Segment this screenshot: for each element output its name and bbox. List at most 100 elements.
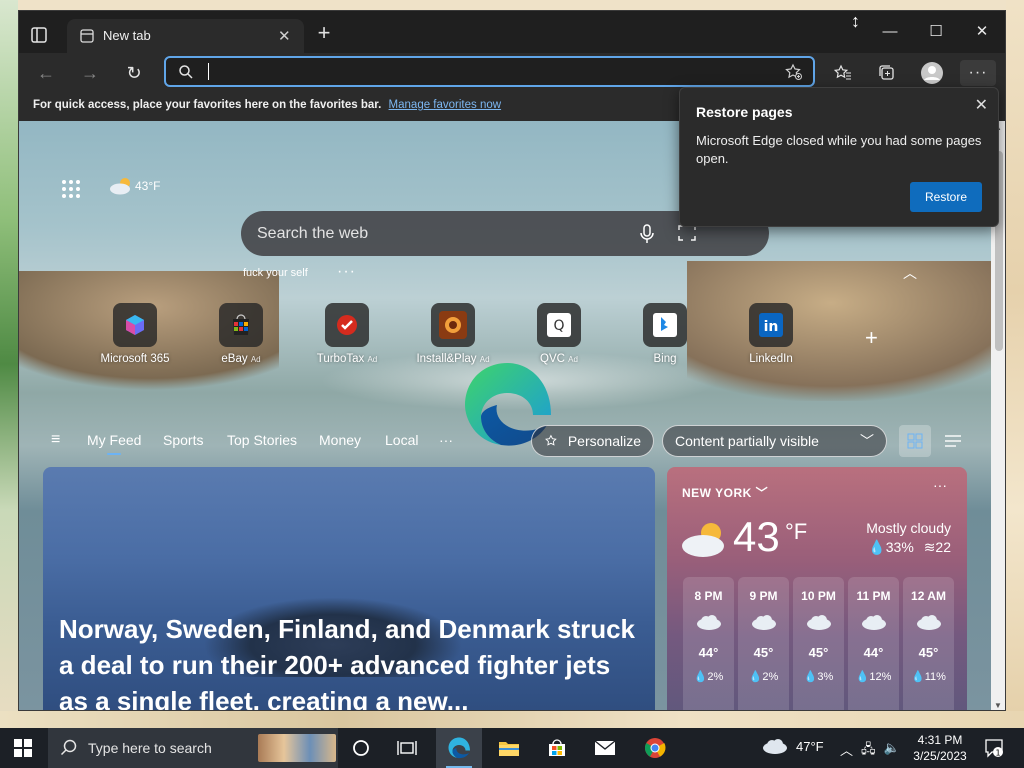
personalize-button[interactable]: Personalize [531, 425, 654, 457]
system-clock[interactable]: 4:31 PM 3/25/2023 [912, 732, 968, 764]
clock-date: 3/25/2023 [913, 749, 967, 763]
rain-icon: 💧 [855, 671, 870, 683]
taskbar-search-box[interactable]: Type here to search [48, 728, 338, 768]
tab-new-tab[interactable]: New tab ✕ [67, 19, 304, 53]
hamburger-menu-icon[interactable]: ≡ [51, 431, 69, 449]
desktop-wallpaper-right [1006, 0, 1024, 728]
svg-text:in: in [764, 319, 779, 335]
chevron-down-icon: ﹀ [860, 433, 874, 449]
volume-icon[interactable]: 🔈 [884, 740, 900, 762]
more-tabs-icon[interactable]: ··· [439, 432, 453, 448]
personalize-icon [545, 434, 557, 446]
microsoft-store-icon[interactable] [534, 728, 580, 768]
microphone-icon[interactable] [637, 223, 657, 245]
tab-top-stories[interactable]: Top Stories [227, 432, 297, 448]
tile-label: TurboTax [316, 353, 365, 365]
quick-link-bing[interactable]: Bing [621, 303, 709, 365]
rain-icon: 💧 [803, 671, 818, 683]
ad-badge: Ad [568, 355, 578, 364]
close-tab-icon[interactable]: ✕ [278, 27, 294, 45]
weather-card[interactable]: NEW YORK ﹀ ··· 43 °F Mostly cloudy 💧33% … [667, 467, 967, 710]
quick-link-qvc[interactable]: Q QVC Ad [515, 303, 603, 365]
minimize-button[interactable]: — [867, 17, 913, 47]
partly-cloudy-icon [682, 523, 724, 557]
cloud-icon [903, 609, 954, 635]
search-icon [178, 64, 194, 80]
recent-search-item[interactable]: fuck your self [243, 267, 308, 279]
hourly-item: 11 PM 44° 💧12% [848, 577, 899, 710]
refresh-button[interactable]: ↻ [121, 61, 147, 85]
maximize-button[interactable]: ☐ [913, 17, 959, 47]
quick-link-install-play[interactable]: Install&Play Ad [409, 303, 497, 365]
notification-center-icon[interactable]: 1 [984, 738, 1004, 758]
wind-value: 22 [935, 539, 951, 555]
tab-money[interactable]: Money [319, 432, 361, 448]
tab-my-feed[interactable]: My Feed [87, 432, 141, 455]
more-options-icon[interactable]: ··· [933, 477, 947, 493]
weather-temperature: 43°F [135, 179, 161, 193]
back-button[interactable]: ← [33, 61, 59, 85]
tab-local[interactable]: Local [385, 432, 418, 448]
settings-more-button[interactable]: ··· [960, 60, 996, 86]
chrome-icon[interactable] [632, 728, 678, 768]
tile-label: Bing [653, 353, 677, 365]
new-tab-icon [79, 28, 95, 44]
scroll-down-icon[interactable]: ▼ [994, 701, 1002, 710]
address-bar[interactable] [164, 56, 815, 87]
hourly-item: 10 PM 45° 💧3% [793, 577, 844, 710]
file-explorer-icon[interactable] [486, 728, 532, 768]
taskbar-weather-temp: 47°F [796, 738, 824, 754]
rain-icon: 💧 [911, 671, 925, 683]
restore-button[interactable]: Restore [910, 182, 982, 212]
weather-temperature: 43 [733, 513, 780, 560]
tab-sports[interactable]: Sports [163, 432, 203, 448]
content-visibility-dropdown[interactable]: Content partially visible ﹀ [662, 425, 887, 457]
new-tab-button[interactable]: + [313, 22, 335, 45]
personalize-label: Personalize [567, 433, 641, 449]
quick-link-linkedin[interactable]: in LinkedIn [727, 303, 815, 365]
collections-icon[interactable] [874, 60, 900, 86]
more-options-icon[interactable]: ··· [337, 263, 356, 281]
chevron-up-icon[interactable]: ︿ [903, 263, 917, 283]
network-icon[interactable]: 🖧 [861, 740, 876, 762]
wind-icon: ≋ [923, 539, 936, 555]
tile-label: Microsoft 365 [100, 353, 170, 365]
taskbar-weather[interactable]: 47°F [762, 738, 824, 754]
chevron-up-icon[interactable]: ︿ [840, 740, 853, 762]
quick-link-turbotax[interactable]: TurboTax Ad [303, 303, 391, 365]
cortana-icon[interactable] [338, 728, 384, 768]
dialog-title: Restore pages [696, 104, 793, 120]
add-quick-link-button[interactable]: + [865, 325, 878, 351]
manage-favorites-link[interactable]: Manage favorites now [389, 99, 502, 111]
close-window-button[interactable]: ✕ [959, 17, 1005, 47]
ad-badge: Ad [367, 355, 378, 364]
cloud-icon [793, 609, 844, 635]
mail-icon[interactable] [582, 728, 628, 768]
app-launcher-icon[interactable] [61, 179, 81, 199]
grid-layout-button[interactable] [899, 425, 931, 457]
quick-link-microsoft-365[interactable]: Microsoft 365 [91, 303, 179, 365]
edge-taskbar-icon[interactable] [436, 728, 482, 768]
search-icon [60, 739, 78, 757]
feed-navigation: ≡ My Feed Sports Top Stories Money Local… [19, 421, 1005, 461]
weather-widget[interactable]: 43°F [109, 176, 160, 196]
tile-label: eBay [221, 353, 248, 365]
windows-start-icon[interactable] [14, 739, 32, 757]
system-tray: ︿ 🖧 🔈 [840, 740, 900, 762]
cloud-icon [738, 609, 789, 635]
tab-actions-icon[interactable] [29, 25, 49, 45]
close-icon[interactable]: ✕ [975, 95, 988, 115]
profile-avatar[interactable] [919, 60, 945, 86]
quick-link-ebay[interactable]: eBay Ad [197, 303, 285, 365]
add-favorite-icon[interactable] [785, 63, 803, 81]
weather-stats: 💧33% ≋22 [868, 539, 951, 556]
turbotax-icon [325, 303, 369, 347]
favorites-icon[interactable] [830, 60, 856, 86]
list-layout-button[interactable] [937, 425, 969, 457]
news-card[interactable]: Norway, Sweden, Finland, and Denmark str… [43, 467, 655, 710]
task-view-icon[interactable] [384, 728, 430, 768]
weather-location[interactable]: NEW YORK ﹀ [682, 484, 768, 501]
hourly-forecast: 8 PM 44° 💧2% 9 PM 45° 💧2% 10 PM 45° 💧3% [683, 577, 959, 710]
grid-icon [907, 433, 923, 449]
forward-button[interactable]: → [77, 61, 103, 85]
